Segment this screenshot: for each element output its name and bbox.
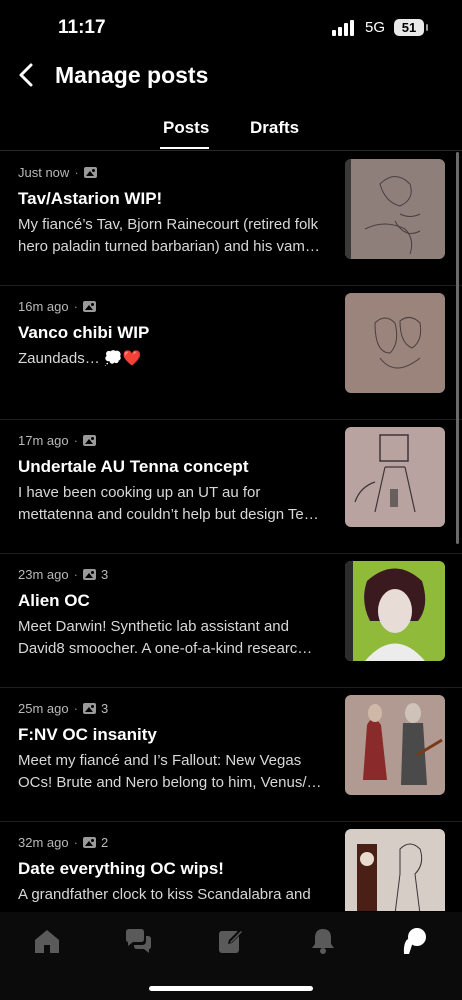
post-meta: 25m ago · 3 xyxy=(18,701,109,716)
post-thumbnail[interactable] xyxy=(345,159,445,259)
patreon-icon[interactable] xyxy=(400,926,430,956)
post-time: Just now xyxy=(18,165,70,180)
status-time: 11:17 xyxy=(58,17,106,38)
tab-active-indicator xyxy=(160,147,209,149)
image-icon xyxy=(82,703,96,714)
post-time: 25m ago xyxy=(18,701,69,716)
network-label: 5G xyxy=(365,19,386,36)
post-title: Undertale AU Tenna concept xyxy=(18,457,249,476)
post-body: Meet Darwin! Synthetic lab assistant and… xyxy=(18,616,326,660)
post-image-count: 3 xyxy=(100,701,109,716)
post-title: Alien OC xyxy=(18,591,90,610)
tab-bar-top: Posts Drafts xyxy=(0,112,462,151)
post-thumbnail[interactable] xyxy=(345,561,445,661)
header: Manage posts xyxy=(0,56,462,96)
image-icon xyxy=(82,301,96,312)
post-body: A grandfather clock to kiss Scandalabra … xyxy=(18,884,326,906)
post-title: Tav/Astarion WIP! xyxy=(18,189,163,208)
post-title: Vanco chibi WIP xyxy=(18,323,150,342)
post-item[interactable]: Just now · Tav/Astarion WIP! My fiancé’s … xyxy=(0,151,462,286)
page-title: Manage posts xyxy=(55,62,209,88)
battery-icon: 51 xyxy=(394,19,428,36)
post-body-line: I have been cooking up an UT au for xyxy=(18,484,261,501)
post-body-line: Meet Darwin! Synthetic lab assistant and xyxy=(18,618,289,635)
signal-icon xyxy=(332,20,354,36)
image-icon xyxy=(82,435,96,446)
post-meta: 17m ago · xyxy=(18,433,101,448)
post-meta: Just now · xyxy=(18,165,102,180)
post-body-line: A grandfather clock to kiss Scandalabra … xyxy=(18,886,311,903)
post-body-line: hero paladin turned barbarian) and his v… xyxy=(18,238,320,255)
chat-icon[interactable] xyxy=(123,926,153,956)
post-item[interactable]: 25m ago · 3 F:NV OC insanity Meet my fian… xyxy=(0,687,462,822)
post-body-line: Zaundads… 💭❤️ xyxy=(18,350,142,367)
post-time: 23m ago xyxy=(18,567,69,582)
post-meta: 32m ago · 2 xyxy=(18,835,109,850)
post-body-line: Meet my fiancé and I’s Fallout: New Vega… xyxy=(18,752,302,769)
post-thumbnail[interactable] xyxy=(345,829,445,911)
status-bar: 11:17 5G 51 xyxy=(0,0,462,56)
post-item[interactable]: 32m ago · 2 Date everything OC wips! A gr… xyxy=(0,821,462,911)
post-meta: 23m ago · 3 xyxy=(18,567,109,582)
image-icon xyxy=(82,837,96,848)
post-body-line: mettatenna and couldn’t help but design … xyxy=(18,506,319,523)
post-thumbnail[interactable] xyxy=(345,293,445,393)
post-body: Meet my fiancé and I’s Fallout: New Vega… xyxy=(18,750,326,794)
post-body: Zaundads… 💭❤️ xyxy=(18,348,326,370)
post-time: 17m ago xyxy=(18,433,69,448)
post-list[interactable]: Just now · Tav/Astarion WIP! My fiancé’s … xyxy=(0,151,462,911)
bell-icon[interactable] xyxy=(308,926,338,956)
post-body-line: David8 smoocher. A one-of-a-kind researc… xyxy=(18,640,313,657)
post-meta: 16m ago · xyxy=(18,299,101,314)
post-item[interactable]: 23m ago · 3 Alien OC Meet Darwin! Synthet… xyxy=(0,553,462,688)
post-thumbnail[interactable] xyxy=(345,427,445,527)
post-title: F:NV OC insanity xyxy=(18,725,157,744)
post-image-count: 2 xyxy=(100,835,109,850)
tab-drafts[interactable]: Drafts xyxy=(250,118,299,138)
image-icon xyxy=(82,569,96,580)
post-body: My fiancé’s Tav, Bjorn Rainecourt (retir… xyxy=(18,214,326,258)
post-title: Date everything OC wips! xyxy=(18,859,224,878)
edit-icon[interactable] xyxy=(216,926,246,956)
post-body: I have been cooking up an UT au for mett… xyxy=(18,482,326,526)
back-chevron-icon[interactable] xyxy=(16,58,38,92)
post-time: 16m ago xyxy=(18,299,69,314)
post-time: 32m ago xyxy=(18,835,69,850)
home-indicator xyxy=(149,986,313,991)
post-thumbnail[interactable] xyxy=(345,695,445,795)
scrollbar[interactable] xyxy=(456,152,459,544)
post-body-line: My fiancé’s Tav, Bjorn Rainecourt (retir… xyxy=(18,216,319,233)
post-image-count: 3 xyxy=(100,567,109,582)
home-icon[interactable] xyxy=(32,926,62,956)
post-item[interactable]: 17m ago · Undertale AU Tenna concept I ha… xyxy=(0,419,462,554)
tab-posts[interactable]: Posts xyxy=(163,118,209,138)
post-body-line: OCs! Brute and Nero belong to him, Venus… xyxy=(18,774,322,791)
post-item[interactable]: 16m ago · Vanco chibi WIP Zaundads… 💭❤️ xyxy=(0,285,462,420)
image-icon xyxy=(83,167,97,178)
